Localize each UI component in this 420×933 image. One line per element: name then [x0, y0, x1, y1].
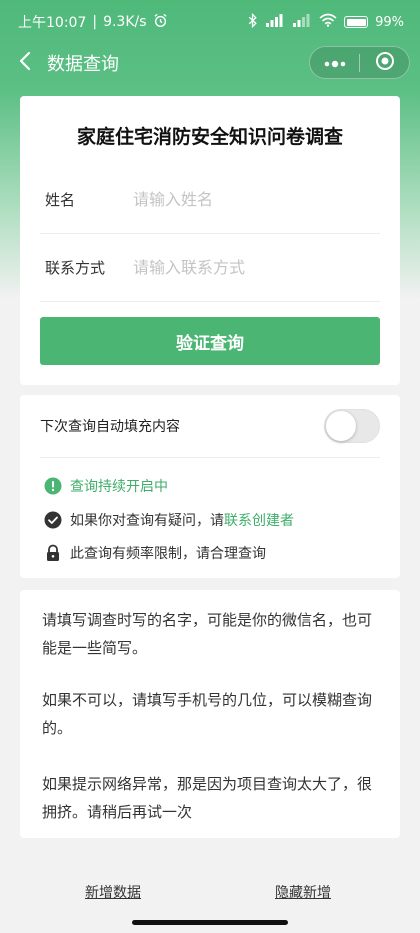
alarm-icon	[153, 13, 168, 32]
more-dots-icon	[324, 53, 346, 72]
target-circle-icon	[375, 51, 395, 75]
footer-links: 新增数据 隐藏新增	[0, 882, 420, 906]
chevron-left-icon	[18, 51, 32, 75]
more-button[interactable]	[310, 47, 359, 78]
status-network-speed: 9.3K/s	[103, 14, 147, 30]
contact-input[interactable]	[133, 258, 380, 277]
contact-creator-link[interactable]: 联系创建者	[224, 510, 294, 530]
status-separator: |	[92, 14, 98, 30]
note-paragraph-3: 如果提示网络异常，那是因为项目查询太大了，很拥挤。请稍后再试一次	[42, 775, 373, 821]
signal-hd-icon-2	[292, 13, 312, 31]
close-miniprogram-button[interactable]	[360, 47, 409, 78]
rate-limit-row: 此查询有频率限制，请合理查询	[44, 543, 266, 563]
battery-icon	[344, 16, 369, 28]
name-input[interactable]	[133, 190, 380, 209]
contact-label: 联系方式	[45, 259, 106, 277]
battery-level: 99%	[375, 14, 404, 30]
note-paragraph-1: 请填写调查时写的名字，可能是你的微信名，也可能是一些简写。	[42, 611, 373, 657]
settings-card: 下次查询自动填充内容 查询持续开启中 如果你对查询有疑问，请 联系创建者 此查询有…	[20, 395, 400, 578]
signal-hd-icon-1	[265, 13, 285, 31]
toggle-knob	[326, 411, 356, 441]
query-status-row: 查询持续开启中	[44, 476, 168, 496]
notes-card: 请填写调查时写的名字，可能是你的微信名，也可能是一些简写。 如果不可以，请填写手…	[20, 590, 400, 838]
query-form-card: 家庭住宅消防安全知识问卷调查 姓名 联系方式 验证查询	[20, 96, 400, 385]
contact-field-row: 联系方式	[40, 234, 380, 302]
name-field-row: 姓名	[40, 166, 380, 234]
name-label: 姓名	[45, 191, 76, 209]
info-circle-icon	[44, 477, 62, 495]
miniprogram-capsule	[309, 46, 410, 79]
question-text: 如果你对查询有疑问，请	[70, 513, 224, 529]
query-status-text: 查询持续开启中	[70, 479, 168, 495]
lock-icon	[44, 544, 62, 562]
status-right: 99%	[248, 12, 404, 32]
wifi-icon	[319, 13, 337, 31]
nav-bar: 数据查询	[0, 44, 420, 82]
add-data-link[interactable]: 新增数据	[85, 882, 141, 902]
bluetooth-icon	[248, 12, 258, 32]
rate-limit-text: 此查询有频率限制，请合理查询	[70, 546, 266, 562]
status-left: 上午10:07 | 9.3K/s	[18, 12, 168, 32]
autofill-label: 下次查询自动填充内容	[40, 419, 180, 435]
survey-title: 家庭住宅消防安全知识问卷调查	[76, 126, 343, 148]
status-time: 上午10:07	[18, 15, 87, 31]
status-bar: 上午10:07 | 9.3K/s 99%	[0, 0, 420, 44]
back-button[interactable]	[10, 48, 40, 78]
autofill-toggle[interactable]	[324, 409, 380, 443]
autofill-row: 下次查询自动填充内容	[40, 395, 380, 458]
verify-query-button[interactable]: 验证查询	[40, 317, 380, 365]
home-indicator[interactable]	[132, 920, 288, 925]
check-circle-icon	[44, 511, 62, 529]
hide-add-link[interactable]: 隐藏新增	[275, 882, 331, 902]
note-paragraph-2: 如果不可以，请填写手机号的几位，可以模糊查询的。	[42, 691, 373, 737]
page-title: 数据查询	[47, 54, 119, 75]
question-row: 如果你对查询有疑问，请 联系创建者	[44, 510, 294, 530]
